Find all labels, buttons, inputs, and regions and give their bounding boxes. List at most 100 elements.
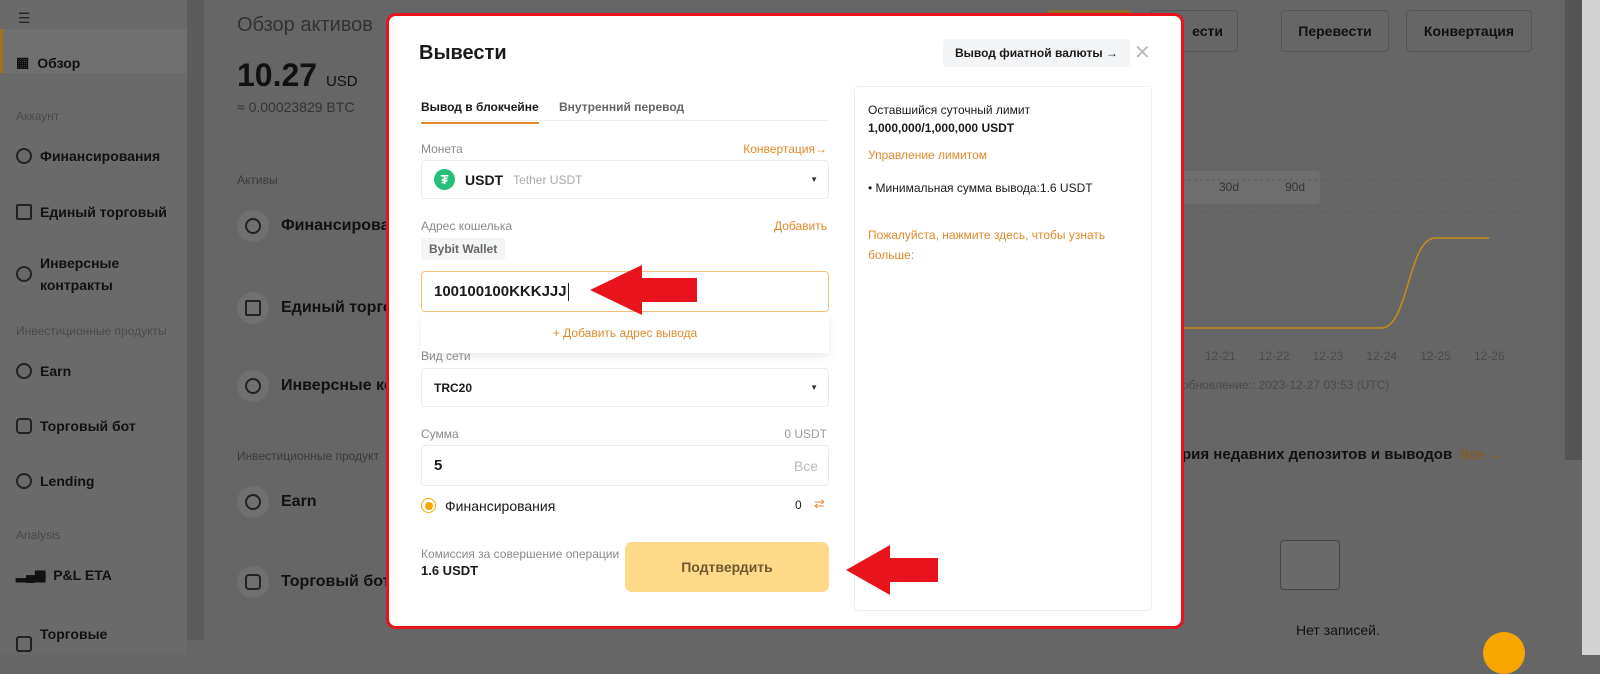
- page-scrollbar[interactable]: [1565, 0, 1582, 460]
- x-tick-label: 12-22: [1258, 349, 1290, 363]
- label: P&L ETA: [53, 567, 112, 583]
- text-cursor: [567, 282, 569, 301]
- wallet-tag[interactable]: Bybit Wallet: [421, 238, 506, 260]
- add-address-option[interactable]: + Добавить адрес вывода: [553, 326, 697, 340]
- caret-down-icon: ▼: [810, 383, 818, 392]
- amount-input[interactable]: 5 Все: [421, 445, 829, 486]
- manage-limit-link[interactable]: Управление лимитом: [868, 148, 987, 162]
- balance-value: 10.27: [237, 57, 318, 93]
- label: Инверсные ко: [281, 377, 394, 394]
- available-amount: 0 USDT: [784, 427, 827, 441]
- grid-icon: ▦: [16, 54, 30, 70]
- x-tick-label: 12-24: [1366, 349, 1398, 363]
- x-tick-label: 12-26: [1474, 349, 1505, 363]
- label: Финансирова: [281, 217, 390, 234]
- earn-icon: [237, 486, 269, 518]
- sidebar-item-overview[interactable]: ▦ Обзор: [16, 54, 80, 71]
- page-title: Обзор активов: [237, 14, 373, 36]
- coin-select[interactable]: ₮ USDT Tether USDT ▼: [421, 160, 829, 199]
- transfer-button[interactable]: Перевести: [1281, 10, 1389, 52]
- bar-chart-icon: ▂▄▆: [16, 567, 46, 582]
- all-link[interactable]: Все →: [1460, 446, 1502, 462]
- sidebar-item-bot[interactable]: Торговый бот: [16, 418, 136, 434]
- x-tick-label: 12-23: [1312, 349, 1344, 363]
- source-account: Финансирования: [445, 498, 556, 514]
- network-value: TRC20: [434, 380, 473, 395]
- asset-row[interactable]: Earn: [237, 486, 317, 518]
- balance-currency: USD: [325, 73, 358, 90]
- max-button[interactable]: Все: [794, 458, 818, 474]
- coin-symbol: USDT: [465, 171, 504, 188]
- sidebar-item-funding[interactable]: Финансирования: [16, 148, 160, 164]
- sidebar-scrollbar[interactable]: [187, 0, 204, 640]
- coin-label: Монета: [421, 142, 463, 156]
- sidebar: ☰ ▦ Обзор Аккаунт Финансирования Единый т…: [0, 0, 187, 655]
- asset-row[interactable]: Финансирова: [237, 210, 390, 242]
- confirm-button[interactable]: Подтвердить: [625, 542, 829, 592]
- assets-label: Активы: [237, 173, 278, 187]
- address-dropdown: + Добавить адрес вывода: [421, 313, 829, 353]
- asset-row[interactable]: Торговый бот: [237, 566, 390, 598]
- limit-panel: Оставшийся суточный лимит 1,000,000/1,00…: [854, 86, 1152, 611]
- add-link[interactable]: Добавить: [774, 219, 827, 233]
- history-title: рия недавних депозитов и выводов: [1182, 446, 1453, 463]
- source-balance: 0: [795, 498, 802, 512]
- withdraw-modal: Вывести Вывод фиатной валюты → ✕ Вывод в…: [386, 13, 1184, 629]
- min-withdraw: • Минимальная сумма вывода:1.6 USDT: [868, 181, 1093, 195]
- amount-value: 5: [434, 457, 443, 474]
- label: Финансирования: [40, 148, 161, 164]
- sidebar-item-lending[interactable]: Lending: [16, 473, 94, 489]
- label: Earn: [40, 363, 72, 379]
- asset-row[interactable]: Единый торго: [237, 292, 393, 324]
- sidebar-item-trading[interactable]: Торговые: [16, 616, 107, 652]
- label: Обзор: [37, 54, 81, 71]
- window-edge: [1582, 0, 1600, 655]
- network-label: Вид сети: [421, 349, 471, 363]
- label: Торговый бот: [40, 418, 136, 434]
- trading-icon: [16, 636, 32, 652]
- learn-more-link[interactable]: Пожалуйста, нажмите здесь, чтобы узнать …: [868, 225, 1138, 265]
- collapse-menu-icon[interactable]: ☰: [18, 10, 31, 27]
- tab-internal[interactable]: Внутренний перевод: [559, 100, 684, 114]
- fee-value: 1.6 USDT: [421, 563, 479, 578]
- fiat-withdraw-button[interactable]: Вывод фиатной валюты →: [943, 39, 1130, 67]
- section-analysis: Analysis: [16, 528, 61, 542]
- balance: 10.27 USD: [237, 57, 358, 94]
- label: Единый торговый: [40, 204, 167, 220]
- sidebar-item-earn[interactable]: Earn: [16, 363, 71, 379]
- funding-icon: [237, 210, 269, 242]
- swap-icon[interactable]: ⇄: [814, 496, 825, 512]
- robot-icon: [16, 418, 32, 434]
- tab-divider: [421, 120, 829, 121]
- label: Инверсные контракты: [40, 255, 120, 293]
- sidebar-item-inverse[interactable]: Инверсные контракты: [16, 252, 176, 296]
- empty-state-icon: [1280, 540, 1340, 590]
- annotation-arrow-confirm: [846, 545, 938, 595]
- label: Торговые: [40, 626, 108, 642]
- balance-chart: [1182, 179, 1522, 329]
- asset-row[interactable]: Инверсные ко: [237, 370, 394, 402]
- amount-label: Сумма: [421, 427, 459, 441]
- convert-link[interactable]: Конвертация→: [743, 142, 827, 156]
- robot-icon: [237, 566, 269, 598]
- convert-button[interactable]: Конвертация: [1406, 10, 1532, 52]
- network-select[interactable]: TRC20 ▼: [421, 368, 829, 407]
- sidebar-item-unified[interactable]: Единый торговый: [16, 204, 167, 220]
- support-chat-button[interactable]: [1483, 632, 1525, 674]
- address-label: Адрес кошелька: [421, 219, 513, 233]
- sidebar-item-pnl[interactable]: ▂▄▆ P&L ETA: [16, 567, 112, 583]
- close-icon[interactable]: ✕: [1134, 40, 1151, 65]
- funding-radio[interactable]: [421, 498, 436, 513]
- caret-down-icon: ▼: [810, 175, 818, 184]
- address-value: 100100100KKKJJJ: [434, 283, 567, 300]
- x-tick-label: 12-21: [1205, 349, 1236, 363]
- limit-value: 1,000,000/1,000,000 USDT: [868, 121, 1015, 135]
- series-line: [1182, 237, 1489, 329]
- coin-name: Tether USDT: [513, 172, 583, 187]
- funding-icon: [16, 148, 32, 164]
- invest-label: Инвестиционные продукт: [237, 449, 379, 463]
- limit-label: Оставшийся суточный лимит: [868, 103, 1031, 117]
- modal-title: Вывести: [419, 42, 507, 64]
- btc-balance: ≈ 0.00023829 BTC: [237, 99, 355, 115]
- no-records: Нет записей.: [1296, 622, 1380, 638]
